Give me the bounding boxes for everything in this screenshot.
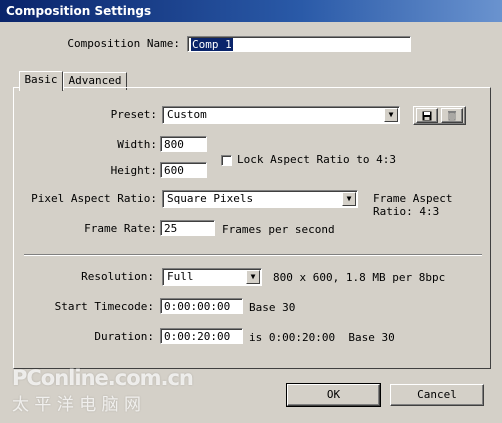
save-preset-button[interactable] [416,108,438,123]
window-title: Composition Settings [0,0,502,22]
height-label: Height: [110,164,157,177]
chevron-down-icon: ▼ [342,192,356,206]
resolution-dropdown[interactable]: Full ▼ [162,268,262,286]
start-timecode-base: Base 30 [249,301,296,314]
cancel-button[interactable]: Cancel [390,384,484,406]
pixel-aspect-value: Square Pixels [167,192,254,205]
resolution-value: Full [167,270,194,283]
preset-value: Custom [167,108,207,121]
frame-aspect-line2: Ratio: 4:3 [373,205,440,218]
duration-label: Duration: [94,330,154,343]
duration-input[interactable]: 0:00:20:00 [160,328,243,344]
watermark-subtitle: 太 平 洋 电 脑 网 [12,395,142,415]
chevron-down-icon: ▼ [384,108,398,122]
height-input[interactable]: 600 [160,162,207,178]
frame-rate-unit: Frames per second [222,223,335,236]
lock-aspect-checkbox[interactable] [221,155,232,166]
resolution-info: 800 x 600, 1.8 MB per 8bpc [273,271,446,284]
resolution-label: Resolution: [81,270,154,283]
floppy-disk-icon [422,111,432,121]
start-timecode-input[interactable]: 0:00:00:00 [160,298,243,314]
trash-icon [448,111,456,121]
frame-rate-input[interactable]: 25 [160,220,215,236]
comp-name-label: Composition Name: [67,37,180,50]
pixel-aspect-label: Pixel Aspect Ratio: [31,192,157,205]
duration-info: is 0:00:20:00 Base 30 [249,331,395,344]
comp-name-value: Comp 1 [191,38,233,51]
section-divider [24,254,482,256]
preset-dropdown[interactable]: Custom ▼ [162,106,400,124]
tab-basic[interactable]: Basic [19,71,63,91]
start-timecode-label: Start Timecode: [54,300,154,313]
chevron-down-icon: ▼ [246,270,260,284]
lock-aspect-label: Lock Aspect Ratio to 4:3 [237,153,396,166]
comp-name-input[interactable]: Comp 1 [187,36,411,52]
width-input[interactable]: 800 [160,136,207,152]
preset-label: Preset: [110,108,157,121]
width-label: Width: [117,138,157,151]
delete-preset-button[interactable] [441,108,463,123]
watermark-logo-text: PConline.com.cn [12,366,194,390]
pixel-aspect-dropdown[interactable]: Square Pixels ▼ [162,190,358,208]
frame-rate-label: Frame Rate: [84,222,157,235]
ok-button[interactable]: OK [286,383,381,407]
